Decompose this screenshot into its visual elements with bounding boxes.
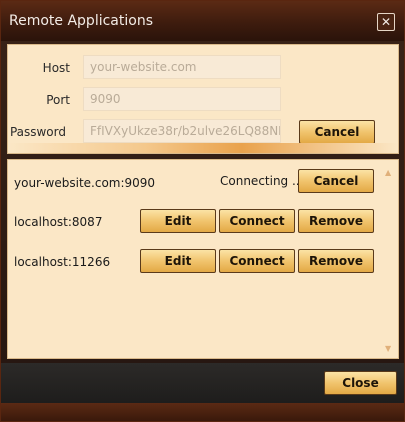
remote-applications-window: Remote Applications ✕ Host your-website.… bbox=[0, 0, 405, 422]
row-cancel-button[interactable]: Cancel bbox=[298, 169, 374, 193]
edit-button[interactable]: Edit bbox=[140, 209, 216, 233]
close-icon[interactable]: ✕ bbox=[377, 13, 395, 31]
port-input[interactable]: 9090 bbox=[83, 87, 281, 111]
remove-button[interactable]: Remove bbox=[298, 209, 374, 233]
window-title: Remote Applications bbox=[9, 13, 153, 29]
remove-button[interactable]: Remove bbox=[298, 249, 374, 273]
dialog-footer: Close bbox=[1, 363, 404, 403]
form-cancel-button[interactable]: Cancel bbox=[299, 120, 375, 144]
window-bottom-border bbox=[1, 403, 404, 421]
connection-form: Host your-website.com Port 9090 Password… bbox=[7, 44, 399, 154]
title-bar: Remote Applications ✕ bbox=[1, 1, 404, 41]
chevron-up-icon[interactable]: ▲ bbox=[385, 168, 391, 177]
list-item-name: localhost:11266 bbox=[14, 255, 111, 269]
edit-button[interactable]: Edit bbox=[140, 249, 216, 273]
password-label: Password bbox=[9, 125, 66, 139]
connection-status: Connecting ... bbox=[220, 174, 304, 188]
connect-button[interactable]: Connect bbox=[219, 209, 295, 233]
host-label: Host bbox=[42, 61, 70, 75]
close-button[interactable]: Close bbox=[324, 371, 397, 395]
port-label: Port bbox=[46, 93, 70, 107]
host-input[interactable]: your-website.com bbox=[83, 55, 281, 79]
list-item-name: your-website.com:9090 bbox=[14, 176, 156, 190]
list-item-name: localhost:8087 bbox=[14, 215, 103, 229]
connect-button[interactable]: Connect bbox=[219, 249, 295, 273]
form-divider-glow bbox=[8, 143, 398, 153]
remote-app-list: ▲ your-website.com:9090 Connecting ... C… bbox=[7, 159, 399, 359]
password-input[interactable]: FfIVXyUkze38r/b2ulve26LQ88NK5A bbox=[83, 119, 281, 143]
chevron-down-icon[interactable]: ▼ bbox=[385, 344, 391, 353]
